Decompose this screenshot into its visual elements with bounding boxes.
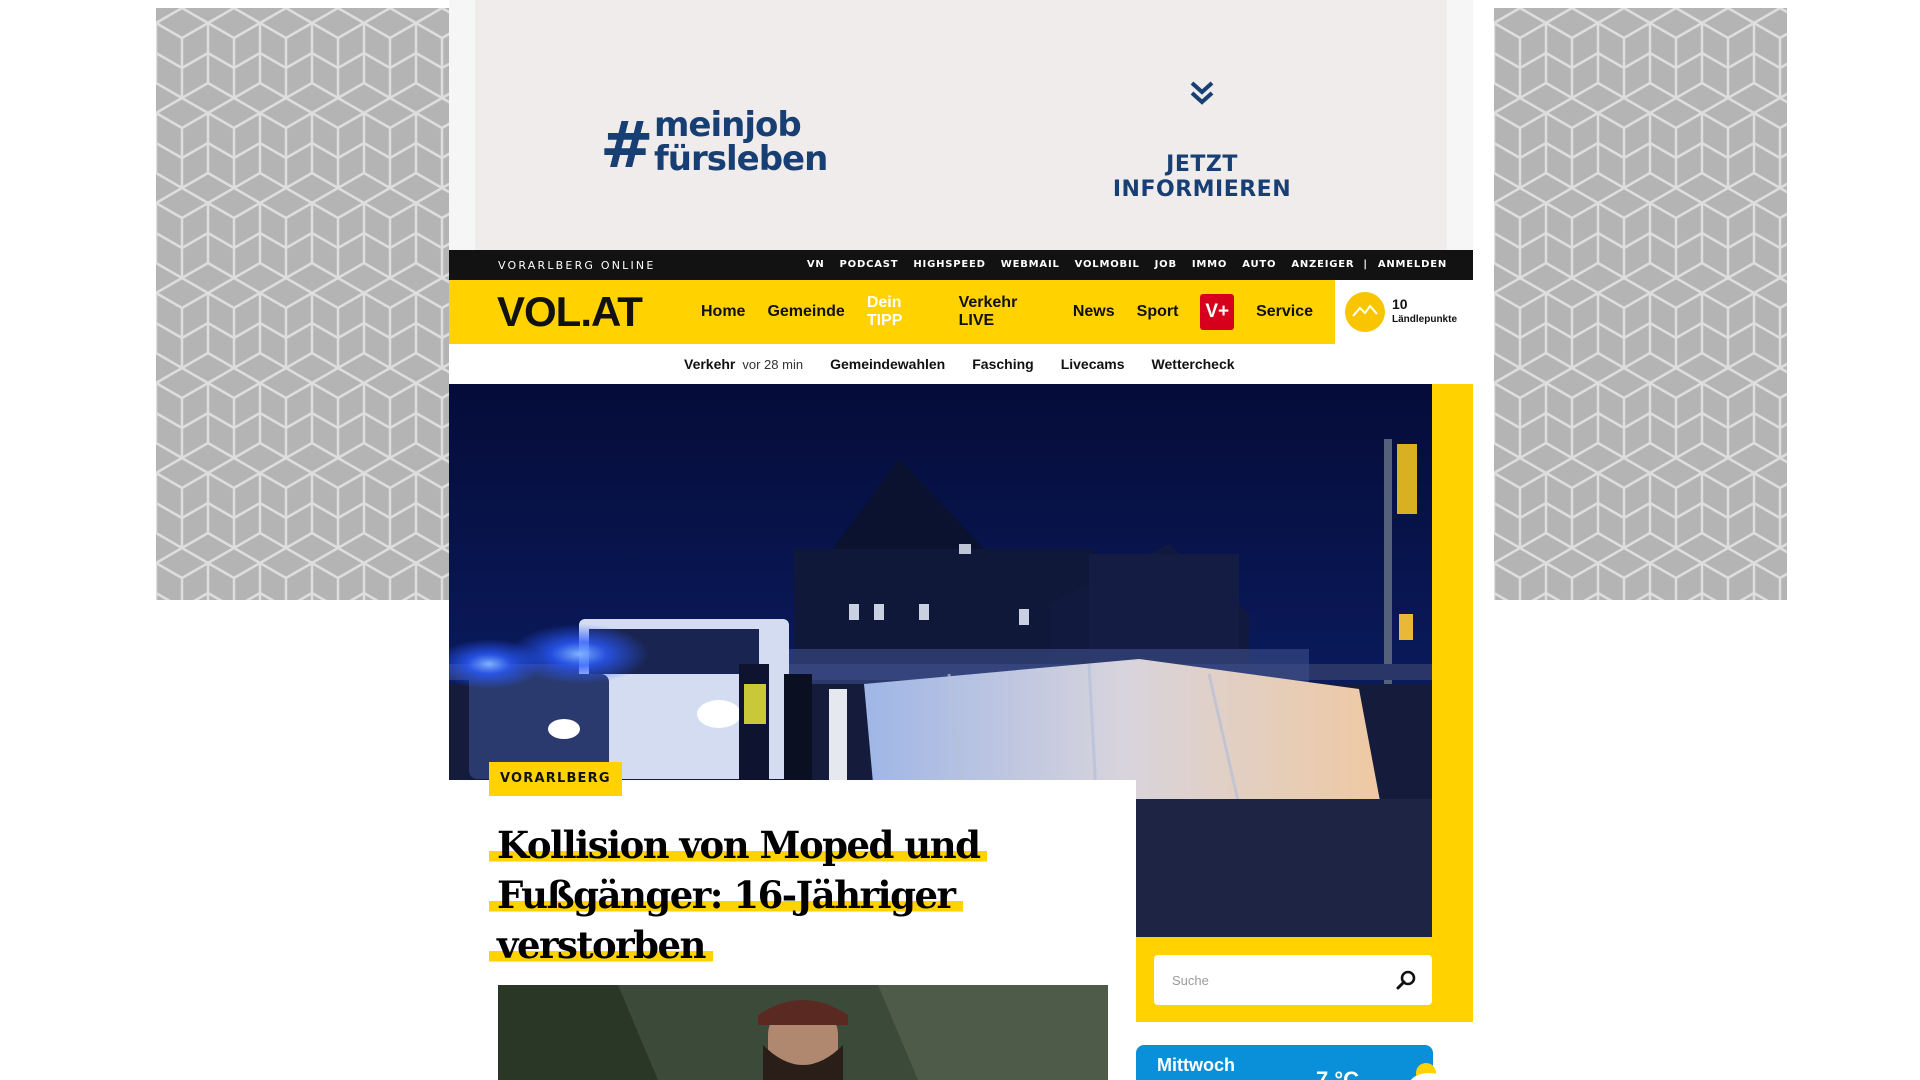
topbar-brand[interactable]: VORARLBERG ONLINE — [498, 259, 655, 272]
topbar-link-vn[interactable]: VN — [807, 259, 825, 270]
trending-bar: Verkehr vor 28 min Gemeindewahlen Faschi… — [449, 344, 1473, 385]
trending-list: Verkehr vor 28 min Gemeindewahlen Faschi… — [684, 344, 1262, 384]
weather-day: Mittwoch — [1157, 1055, 1235, 1075]
trending-item-verkehr[interactable]: Verkehr — [684, 356, 735, 372]
trending-item-wettercheck[interactable]: Wettercheck — [1152, 356, 1235, 372]
topbar-link-auto[interactable]: AUTO — [1242, 259, 1276, 270]
headline-line-1: Kollision von Moped und — [489, 823, 988, 867]
topbar-separator: | — [1363, 259, 1368, 270]
ad-hash-symbol: # — [600, 109, 654, 183]
background-pattern-right — [1494, 8, 1787, 600]
main-navigation: VOL.AT Home Gemeinde Dein TIPP Verkehr L… — [449, 280, 1473, 344]
top-bar: VORARLBERG ONLINE VN PODCAST HIGHSPEED W… — [449, 250, 1473, 280]
search-panel — [1136, 937, 1473, 1022]
weather-widget[interactable]: Mittwoch 7 °C — [1136, 1045, 1448, 1080]
weather-temperature: 7 °C — [1316, 1067, 1360, 1080]
trending-item-gemeindewahlen[interactable]: Gemeindewahlen — [830, 356, 945, 372]
ad-hashtag-line2: fürsleben — [654, 139, 828, 179]
topbar-link-volmobil[interactable]: VOLMOBIL — [1075, 259, 1140, 270]
login-link[interactable]: ANMELDEN — [1378, 259, 1447, 270]
nav-item-gemeinde[interactable]: Gemeinde — [767, 303, 844, 321]
search-icon[interactable] — [1394, 967, 1420, 993]
nav-bar: VOL.AT Home Gemeinde Dein TIPP Verkehr L… — [449, 280, 1335, 344]
nav-item-verkehr-live[interactable]: Verkehr LIVE — [959, 294, 1051, 330]
advertisement-container: # meinjob fürsleben JETZT INFORMIEREN — [449, 0, 1473, 250]
article-headline[interactable]: Kollision von Moped und Fußgänger: 16-Jä… — [489, 820, 1049, 970]
topbar-link-podcast[interactable]: PODCAST — [840, 259, 899, 270]
article-image[interactable] — [498, 985, 1108, 1080]
article-teaser: VORARLBERG Kollision von Moped und Fußgä… — [449, 762, 1136, 1080]
points-label: Ländlepunkte — [1392, 314, 1458, 325]
sun-cloud-icon — [1410, 1063, 1448, 1080]
laendlepunkte-widget[interactable]: 10 Ländlepunkte — [1335, 280, 1473, 344]
background-pattern-left — [156, 8, 449, 600]
trending-item-fasching[interactable]: Fasching — [972, 356, 1033, 372]
topbar-link-immo[interactable]: IMMO — [1192, 259, 1227, 270]
nav-item-dein-tipp[interactable]: Dein TIPP — [867, 294, 937, 330]
vplus-button[interactable]: V+ — [1200, 294, 1235, 330]
sidebar: Mittwoch 7 °C — [1136, 937, 1473, 1080]
search-input[interactable] — [1154, 955, 1432, 1005]
headline-line-2: Fußgänger: 16-Jähriger — [489, 873, 963, 917]
nav-item-sport[interactable]: Sport — [1137, 303, 1179, 321]
nav-item-service[interactable]: Service — [1256, 303, 1313, 321]
points-count: 10 — [1392, 296, 1408, 312]
page-container: # meinjob fürsleben JETZT INFORMIEREN VO… — [449, 0, 1473, 1080]
topbar-link-webmail[interactable]: WEBMAIL — [1001, 259, 1060, 270]
mountain-badge-icon — [1345, 292, 1385, 332]
topbar-links: VN PODCAST HIGHSPEED WEBMAIL VOLMOBIL JO… — [792, 259, 1447, 270]
category-badge[interactable]: VORARLBERG — [489, 762, 622, 796]
nav-item-news[interactable]: News — [1073, 303, 1115, 321]
nav-item-home[interactable]: Home — [701, 303, 745, 321]
topbar-link-anzeiger[interactable]: ANZEIGER — [1291, 259, 1354, 270]
double-chevron-down-icon — [1190, 81, 1214, 105]
trending-timestamp: vor 28 min — [742, 356, 804, 372]
headline-line-3: verstorben — [489, 923, 713, 967]
ad-hashtag-line1: meinjob — [654, 105, 802, 145]
trending-item-livecams[interactable]: Livecams — [1061, 356, 1125, 372]
advertisement-banner[interactable]: # meinjob fürsleben JETZT INFORMIEREN — [475, 0, 1447, 250]
nav-menu: Home Gemeinde Dein TIPP Verkehr LIVE New… — [701, 280, 1335, 344]
site-logo[interactable]: VOL.AT — [497, 288, 643, 336]
topbar-link-highspeed[interactable]: HIGHSPEED — [913, 259, 985, 270]
topbar-link-job[interactable]: JOB — [1155, 259, 1177, 270]
ad-cta-button[interactable]: JETZT INFORMIEREN — [1075, 152, 1329, 202]
hero-accent-strip — [1432, 384, 1473, 937]
